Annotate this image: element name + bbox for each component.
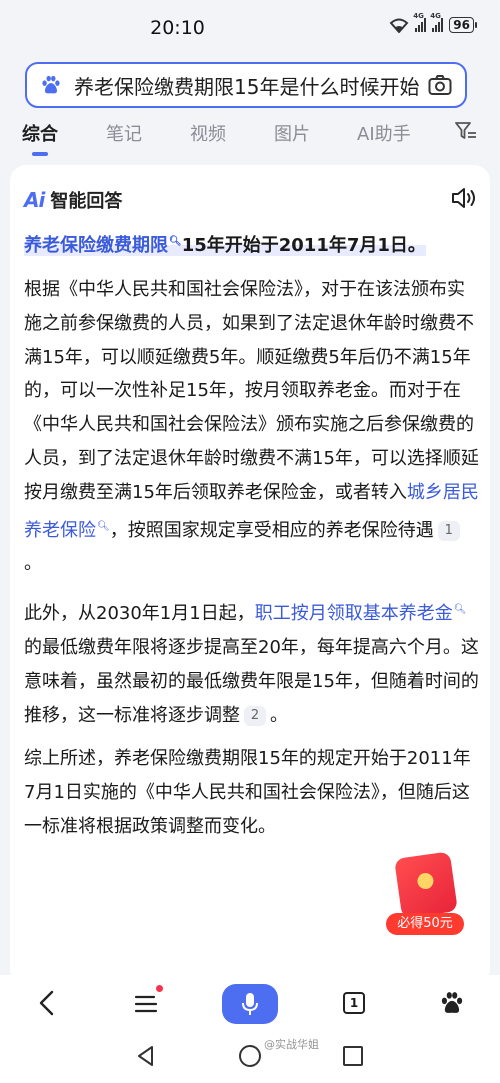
answer-lead: 养老保险缴费期限🔍︎15年开始于2011年7月1日。 (24, 226, 479, 262)
notification-dot (156, 985, 163, 992)
nav-back-icon[interactable] (135, 1045, 157, 1067)
paragraph-1-text-b: ，按照国家规定享受相应的养老保险待遇 (109, 519, 434, 541)
tab-comprehensive[interactable]: 综合 (22, 120, 58, 146)
back-arrow-icon[interactable] (36, 989, 58, 1017)
tab-video[interactable]: 视频 (190, 120, 226, 146)
page-count-button[interactable]: 1 (343, 992, 365, 1014)
nav-recent-apps-icon[interactable] (343, 1046, 363, 1066)
answer-paragraph-3: 综上所述，养老保险缴费期限15年的规定开始于2011年7月1日实施的《中华人民共… (24, 748, 471, 837)
paragraph-1-text-a: 根据《中华人民共和国社会保险法》，对于在该法颁布实施之前参保缴费的人员，如果到了… (24, 279, 479, 503)
speaker-icon[interactable] (450, 186, 478, 210)
bottom-toolbar: 1 (0, 975, 500, 1033)
camera-icon[interactable] (428, 74, 452, 96)
microphone-icon (242, 993, 258, 1015)
status-icons: 4G 4G 96 (389, 12, 477, 33)
reference-badge-2[interactable]: 2 (244, 705, 266, 726)
cell-signal-1-icon: 4G (413, 12, 427, 32)
red-packet-widget[interactable]: 必得50元 (386, 851, 464, 935)
paragraph-2-end: 。 (270, 704, 288, 726)
ai-answer-body: 养老保险缴费期限🔍︎15年开始于2011年7月1日。 根据《中华人民共和国社会保… (24, 226, 479, 844)
tab-ai-assistant[interactable]: AI助手 (357, 120, 411, 146)
watermark: @实战华姐 (264, 1038, 319, 1051)
baidu-home-icon[interactable] (439, 990, 465, 1016)
answer-lead-text: 15年开始于2011年7月1日。 (181, 235, 426, 256)
paragraph-2-text-a: 此外，从2030年1月1日起， (24, 603, 255, 625)
menu-icon[interactable] (134, 993, 158, 1015)
baidu-paw-icon (42, 75, 60, 94)
answer-paragraph-2: 此外，从2030年1月1日起，职工按月领取基本养老金🔍︎的最低缴费年限将逐步提高… (24, 593, 479, 732)
filter-icon[interactable] (455, 121, 477, 141)
nav-home-icon[interactable] (239, 1045, 261, 1067)
active-tab-indicator (32, 152, 48, 156)
result-tabs: 综合 笔记 视频 图片 AI助手 (0, 112, 500, 156)
paragraph-1-end: 。 (24, 553, 42, 575)
red-packet-label: 必得50元 (386, 913, 464, 935)
tab-notes[interactable]: 笔记 (106, 120, 142, 146)
ai-logo-icon: Ai (24, 188, 45, 212)
status-bar: 20:10 4G 4G 96 (0, 0, 500, 56)
ai-answer-title: 智能回答 (50, 191, 123, 212)
ai-answer-header: Ai 智能回答 (24, 187, 122, 213)
voice-search-button[interactable] (222, 984, 278, 1024)
answer-paragraph-1: 根据《中华人民共和国社会保险法》，对于在该法颁布实施之前参保缴费的人员，如果到了… (24, 273, 479, 581)
battery-icon: 96 (449, 17, 477, 33)
wifi-icon (389, 18, 409, 33)
tab-images[interactable]: 图片 (274, 120, 310, 146)
search-mini-icon: 🔍︎ (169, 236, 182, 247)
search-input[interactable]: 养老保险缴费期限15年是什么时候开始 (74, 71, 422, 100)
search-box[interactable]: 养老保险缴费期限15年是什么时候开始 (25, 62, 467, 108)
link-basic-pension[interactable]: 职工按月领取基本养老金 (255, 603, 453, 624)
status-time: 20:10 (150, 17, 205, 39)
link-pension-period[interactable]: 养老保险缴费期限 (24, 235, 168, 256)
reference-badge-1[interactable]: 1 (437, 520, 460, 541)
cell-signal-2-icon: 4G (430, 12, 444, 32)
search-mini-icon: 🔍︎ (97, 520, 110, 532)
search-mini-icon: 🔍︎ (453, 604, 467, 616)
red-packet-icon (394, 851, 458, 919)
system-nav-bar (0, 1033, 500, 1083)
